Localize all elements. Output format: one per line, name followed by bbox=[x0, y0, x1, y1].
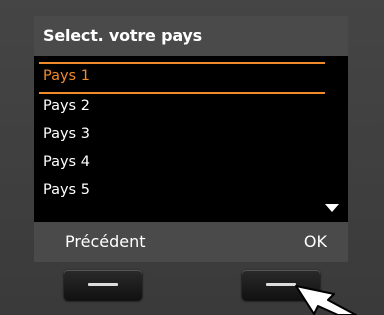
list-item-label: Pays 5 bbox=[43, 182, 90, 198]
list-item-pays-4[interactable]: Pays 4 bbox=[34, 150, 348, 176]
triangle-down-icon bbox=[325, 204, 339, 212]
list-item-pays-2[interactable]: Pays 2 bbox=[34, 94, 348, 120]
softkey-bar: Précédent OK bbox=[34, 222, 348, 262]
list-item-pays-1[interactable]: Pays 1 bbox=[34, 64, 348, 90]
list-item-label: Pays 3 bbox=[43, 126, 90, 142]
left-softkey-button[interactable] bbox=[64, 270, 142, 300]
list-item-pays-5[interactable]: Pays 5 bbox=[34, 178, 348, 204]
title-bar: Select. votre pays bbox=[34, 16, 348, 56]
arrow-pointer-icon bbox=[295, 285, 357, 315]
list-item-pays-3[interactable]: Pays 3 bbox=[34, 122, 348, 148]
page-title: Select. votre pays bbox=[43, 26, 202, 45]
list-item-label: Pays 1 bbox=[43, 68, 90, 84]
list-item-label: Pays 4 bbox=[43, 154, 90, 170]
softkey-back-label[interactable]: Précédent bbox=[65, 232, 146, 251]
phone-device: Select. votre pays Pays 1 Pays 2 Pays 3 … bbox=[0, 0, 384, 315]
dash-icon bbox=[88, 283, 118, 286]
list-item-label: Pays 2 bbox=[43, 98, 90, 114]
softkey-ok-label[interactable]: OK bbox=[304, 232, 327, 251]
display-screen: Select. votre pays Pays 1 Pays 2 Pays 3 … bbox=[34, 16, 348, 262]
